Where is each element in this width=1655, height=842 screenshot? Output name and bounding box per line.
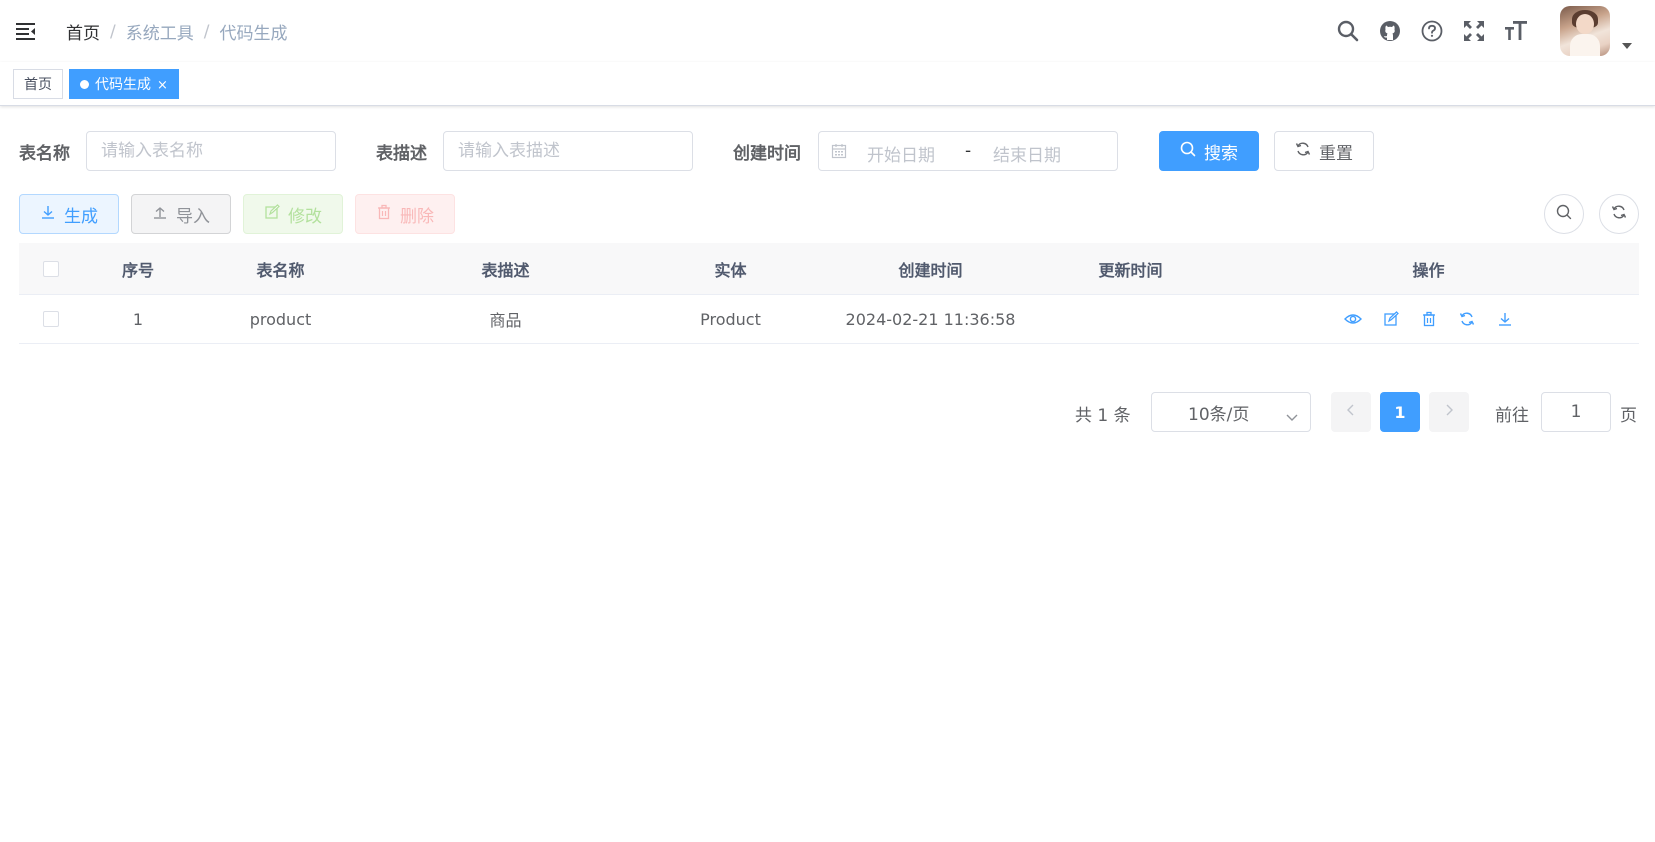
goto-page-input[interactable]: 1: [1541, 392, 1611, 432]
column-header: 操作: [1412, 260, 1445, 280]
toggle-search-button[interactable]: [1544, 194, 1584, 234]
gen-table: 序号 表名称 表描述 实体 创建时间 更新时间 操作 1 product 商品 …: [19, 243, 1639, 344]
search-button[interactable]: 搜索: [1159, 131, 1259, 171]
sync-icon[interactable]: [1458, 310, 1476, 328]
cell-update-time: [1043, 295, 1218, 343]
delete-icon[interactable]: [1420, 310, 1438, 328]
search-icon[interactable]: [1336, 19, 1360, 43]
column-header: 更新时间: [1098, 260, 1163, 280]
end-date-input[interactable]: 结束日期: [993, 141, 1061, 166]
reset-button-label: 重置: [1319, 143, 1353, 164]
close-icon[interactable]: ×: [157, 78, 168, 93]
breadcrumb-code-gen: 代码生成: [219, 24, 288, 44]
reset-button[interactable]: 重置: [1274, 131, 1374, 171]
breadcrumb: 首页 / 系统工具 / 代码生成: [66, 19, 288, 45]
refresh-icon: [1611, 204, 1627, 224]
page-size-value: 10条/页: [1188, 404, 1250, 425]
github-icon[interactable]: [1378, 19, 1402, 43]
prev-page-button[interactable]: [1331, 392, 1371, 432]
tag-label: 代码生成: [95, 77, 151, 93]
page-size-select[interactable]: 10条/页: [1151, 392, 1311, 432]
refresh-icon: [1295, 141, 1311, 162]
right-menu: [1336, 0, 1655, 62]
date-range-picker[interactable]: 开始日期 - 结束日期: [818, 131, 1118, 171]
chevron-right-icon: [1444, 404, 1454, 420]
search-button-label: 搜索: [1204, 143, 1238, 164]
pagination-total: 共 1 条: [1075, 406, 1131, 426]
cell-index: 1: [132, 309, 144, 329]
select-all-checkbox[interactable]: [43, 260, 59, 277]
cell-entity: Product: [700, 309, 761, 329]
upload-icon: [152, 204, 168, 225]
delete-button-label: 删除: [400, 206, 434, 227]
help-icon[interactable]: [1420, 19, 1444, 43]
search-icon: [1180, 141, 1196, 162]
column-header: 实体: [714, 260, 747, 280]
tag-code-gen[interactable]: 代码生成 ×: [69, 69, 179, 99]
generate-button[interactable]: 生成: [19, 194, 119, 234]
caret-down-icon[interactable]: [1622, 43, 1632, 49]
breadcrumb-separator: /: [110, 21, 116, 42]
column-header: 序号: [121, 260, 154, 280]
goto-label: 前往: [1495, 406, 1529, 426]
page-unit-label: 页: [1620, 406, 1637, 426]
calendar-icon: [831, 143, 847, 159]
edit-button-label: 修改: [288, 206, 322, 227]
navbar: 首页 / 系统工具 / 代码生成: [0, 0, 1655, 62]
edit-icon[interactable]: [1382, 310, 1400, 328]
table-header: 序号 表名称 表描述 实体 创建时间 更新时间 操作: [19, 243, 1639, 295]
tags-view: 首页 代码生成 ×: [0, 62, 1655, 106]
refresh-button[interactable]: [1599, 194, 1639, 234]
table-name-label: 表名称: [19, 144, 70, 164]
cell-table-name: product: [249, 309, 312, 329]
breadcrumb-home[interactable]: 首页: [66, 19, 100, 44]
edit-button[interactable]: 修改: [243, 194, 343, 234]
active-dot-icon: [80, 79, 89, 89]
row-checkbox[interactable]: [43, 311, 59, 327]
row-select-cell: [19, 295, 83, 343]
page-number-button[interactable]: 1: [1380, 392, 1420, 432]
chevron-down-icon: [1286, 407, 1298, 421]
cell-table-desc: 商品: [489, 311, 522, 330]
cell-create-time: 2024-02-21 11:36:58: [845, 309, 1016, 329]
hamburger-icon[interactable]: [16, 22, 36, 40]
range-separator: -: [965, 141, 972, 161]
tag-label: 首页: [24, 77, 52, 93]
column-header: 创建时间: [898, 260, 963, 280]
header-select-cell: [19, 243, 83, 294]
fullscreen-icon[interactable]: [1462, 19, 1486, 43]
download-icon[interactable]: [1496, 310, 1514, 328]
font-size-icon[interactable]: [1504, 19, 1528, 43]
preview-icon[interactable]: [1343, 310, 1362, 328]
create-time-label: 创建时间: [733, 144, 801, 164]
table-desc-label: 表描述: [376, 144, 427, 164]
table-desc-input[interactable]: 请输入表描述: [443, 131, 693, 171]
column-header: 表名称: [256, 260, 305, 280]
next-page-button[interactable]: [1429, 392, 1469, 432]
search-icon: [1556, 204, 1572, 224]
edit-icon: [264, 203, 280, 225]
delete-button[interactable]: 删除: [355, 194, 455, 234]
table-name-input[interactable]: 请输入表名称: [86, 131, 336, 171]
import-button-label: 导入: [176, 206, 210, 227]
delete-icon: [376, 204, 392, 225]
import-button[interactable]: 导入: [131, 194, 231, 234]
avatar[interactable]: [1560, 6, 1610, 56]
download-icon: [40, 204, 56, 225]
breadcrumb-separator: /: [203, 21, 210, 42]
table-row: 1 product 商品 Product 2024-02-21 11:36:58: [19, 295, 1639, 344]
generate-button-label: 生成: [64, 206, 98, 227]
start-date-input[interactable]: 开始日期: [867, 141, 935, 166]
column-header: 表描述: [481, 260, 530, 280]
breadcrumb-system-tools: 系统工具: [125, 24, 194, 44]
tag-home[interactable]: 首页: [13, 69, 63, 99]
cell-actions: [1218, 295, 1639, 343]
chevron-left-icon: [1346, 404, 1356, 420]
